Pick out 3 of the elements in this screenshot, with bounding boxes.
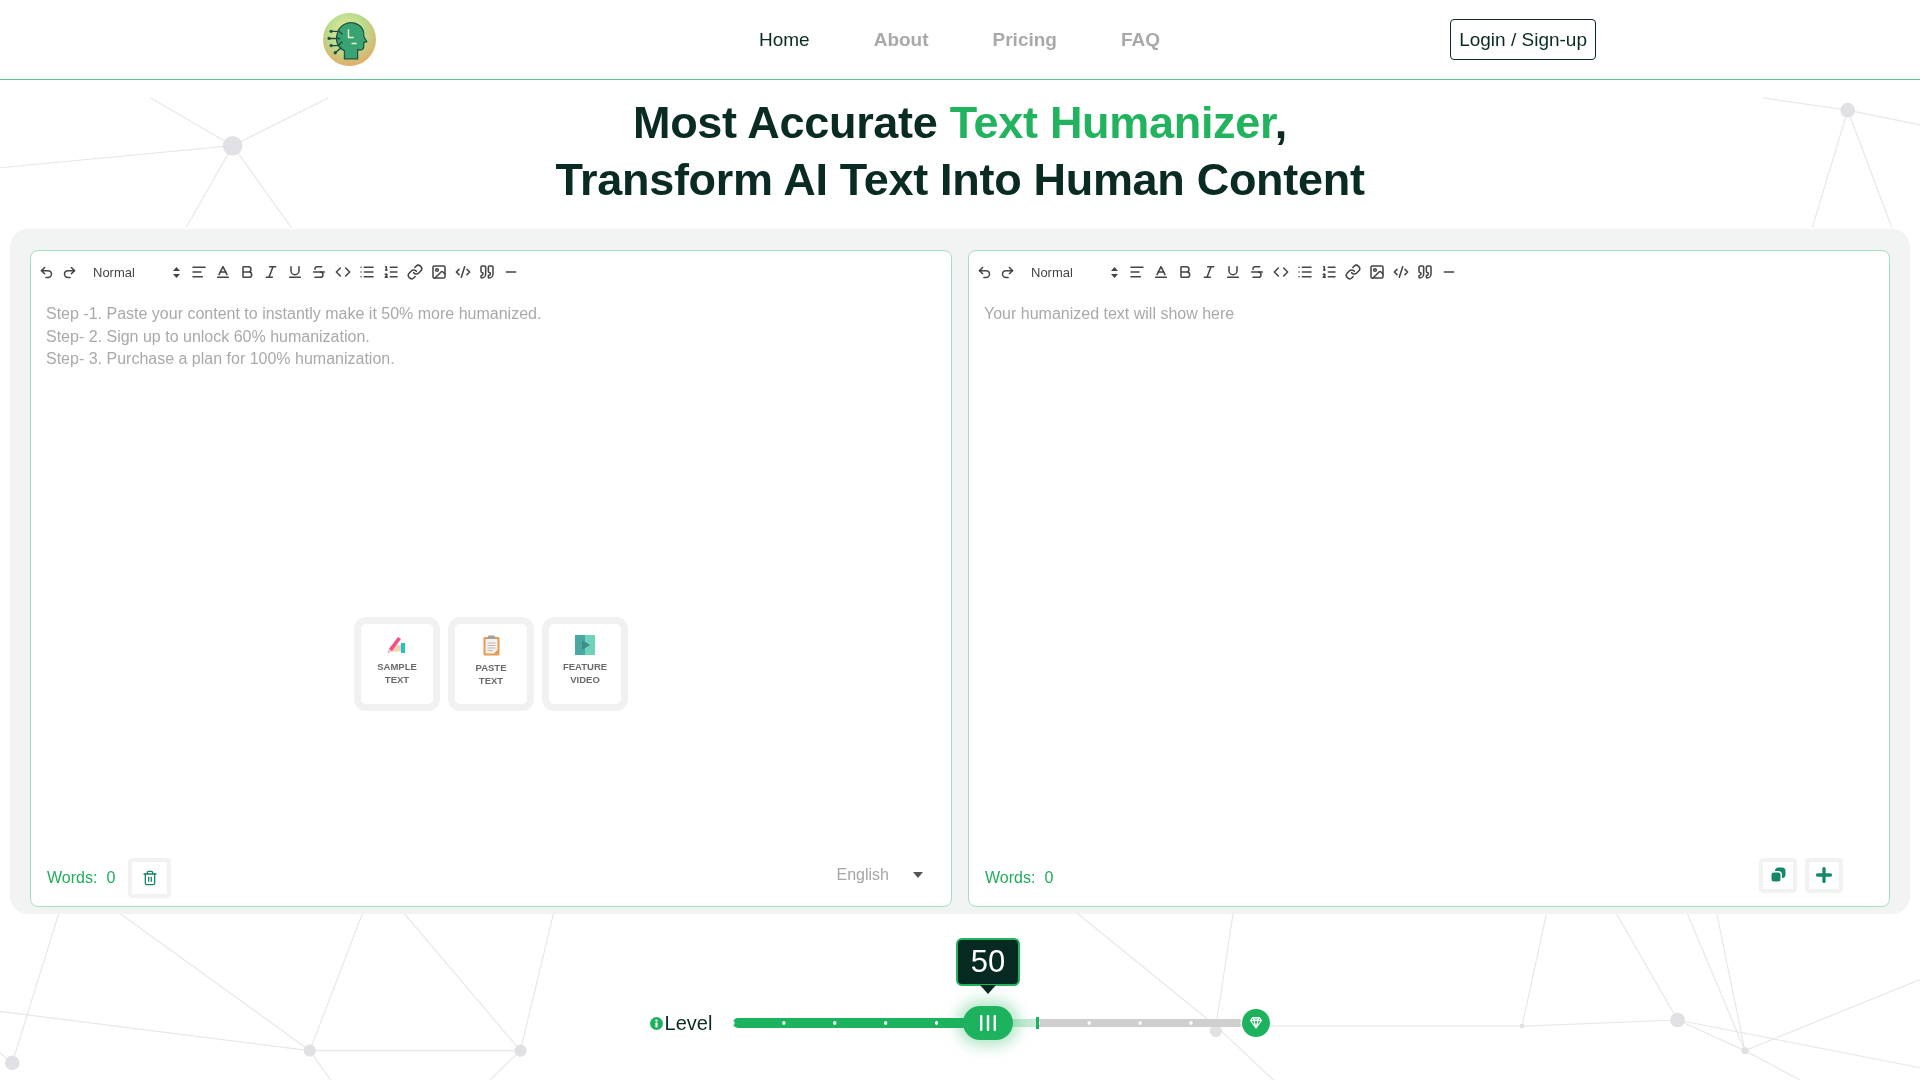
- head-profile-logo[interactable]: [323, 13, 376, 66]
- nav-link[interactable]: Home: [759, 24, 810, 55]
- login-button[interactable]: Login / Sign-up: [1450, 19, 1596, 60]
